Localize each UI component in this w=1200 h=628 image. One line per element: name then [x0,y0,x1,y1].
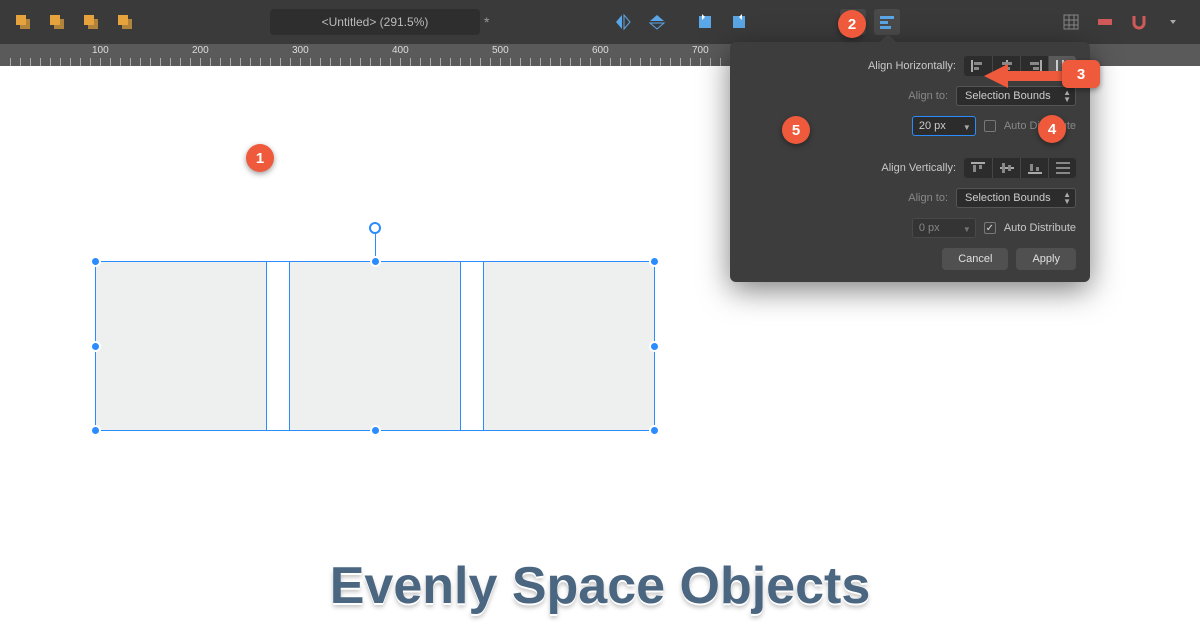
align-top-button[interactable] [964,158,992,178]
ruler-mark: 400 [392,45,409,56]
snap-dropdown-icon[interactable] [1160,9,1186,35]
rotation-line [375,234,376,256]
tab-icon-2[interactable] [44,9,70,35]
align-bottom-button[interactable] [1020,158,1048,178]
callout-3: 3 [1062,60,1100,88]
panel-arrow-icon [880,34,896,42]
align-to-h-label: Align to: [908,90,948,102]
shape-rect-3[interactable] [483,261,655,431]
alignment-panel-icon[interactable] [874,9,900,35]
tab-icon-4[interactable] [112,9,138,35]
document-modified-indicator: * [484,14,489,30]
ruler-mark: 700 [692,45,709,56]
rotation-handle[interactable] [369,222,381,234]
selection-group[interactable] [95,261,655,431]
spacing-v-value: 0 px [919,222,940,234]
auto-distribute-v-checkbox[interactable]: ✓ [984,222,996,234]
snap-group [1058,9,1186,35]
mirror-group [610,9,670,35]
ruler-mark: 600 [592,45,609,56]
callout-1: 1 [246,144,274,172]
tab-strip [10,9,138,35]
align-to-v-label: Align to: [908,192,948,204]
align-middle-button[interactable] [992,158,1020,178]
tab-icon-3[interactable] [78,9,104,35]
rotate-left-icon[interactable] [692,9,718,35]
align-to-v-dropdown[interactable]: Selection Bounds▲▼ [956,188,1076,208]
auto-distribute-v-label: Auto Distribute [1004,222,1076,234]
document-title-text: <Untitled> (291.5%) [322,15,429,29]
flip-horizontal-icon[interactable] [610,9,636,35]
page-title: Evenly Space Objects [0,556,1200,616]
auto-distribute-h-checkbox[interactable] [984,120,996,132]
tab-icon-1[interactable] [10,9,36,35]
callout-5: 5 [782,116,810,144]
snapping-icon[interactable] [1126,9,1152,35]
space-vertically-button[interactable] [1048,158,1076,178]
align-to-v-value: Selection Bounds [965,192,1051,204]
callout-2: 2 [838,10,866,38]
shape-rect-1[interactable] [95,261,267,431]
apply-button[interactable]: Apply [1016,248,1076,270]
ruler-mark: 500 [492,45,509,56]
spacing-h-value: 20 px [919,120,946,132]
align-vertical-buttons [964,158,1076,178]
ruler-mark: 200 [192,45,209,56]
cancel-button[interactable]: Cancel [942,248,1008,270]
spacing-h-input[interactable]: 20 px▼ [912,116,976,136]
document-title[interactable]: <Untitled> (291.5%) [270,9,480,35]
rotate-right-icon[interactable] [726,9,752,35]
ruler-mark: 100 [92,45,109,56]
rotate-group [692,9,752,35]
spacing-v-input: 0 px▼ [912,218,976,238]
flip-vertical-icon[interactable] [644,9,670,35]
shape-rect-2[interactable] [289,261,461,431]
snap-pixel-icon[interactable] [1092,9,1118,35]
align-vertically-label: Align Vertically: [881,162,956,174]
main-toolbar: <Untitled> (291.5%) * [0,0,1200,44]
align-horizontally-label: Align Horizontally: [868,60,956,72]
ruler-mark: 300 [292,45,309,56]
arrow-icon [984,64,1064,92]
grid-icon[interactable] [1058,9,1084,35]
callout-4: 4 [1038,115,1066,143]
